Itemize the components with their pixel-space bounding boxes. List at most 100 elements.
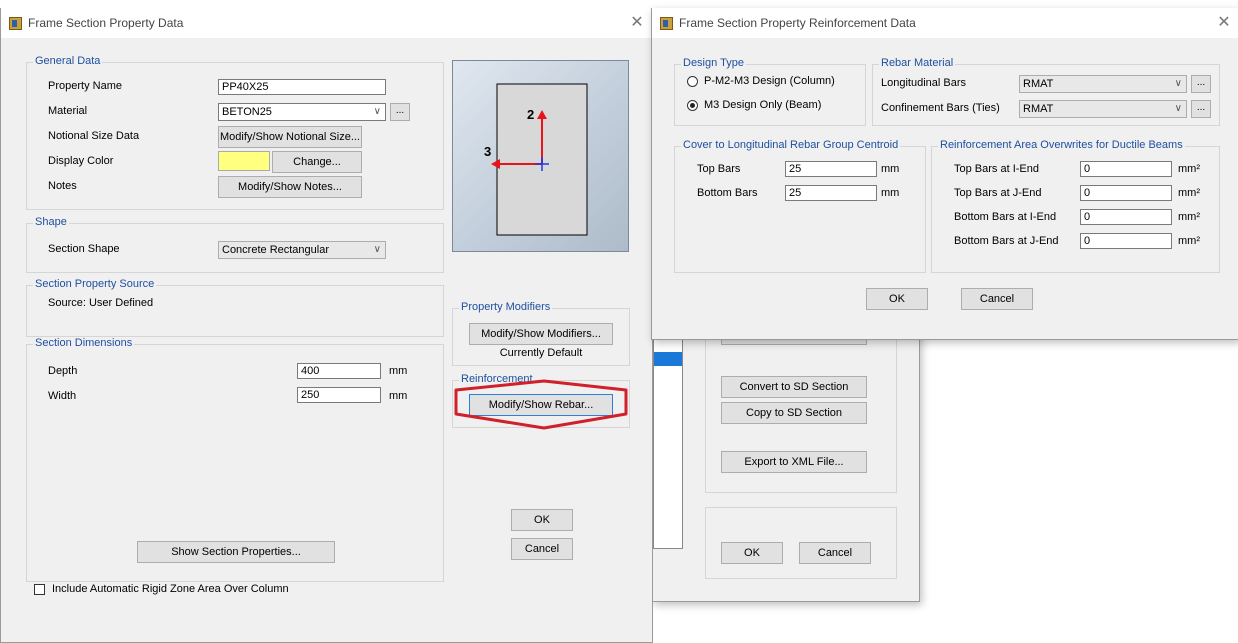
background-dialog: Convert to SD Section Copy to SD Section… [652, 330, 920, 602]
list-selection-highlight [654, 352, 682, 366]
rebar-dialog: Frame Section Property Reinforcement Dat… [651, 8, 1238, 340]
rebar-cancel-button[interactable]: Cancel [961, 288, 1033, 310]
overwrite-label: Top Bars at I-End [954, 163, 1039, 175]
width-label: Width [48, 390, 77, 402]
chevron-down-icon: ∨ [373, 106, 381, 117]
overwrite-unit: mm² [1178, 211, 1200, 223]
design-type-legend: Design Type [681, 57, 746, 69]
chevron-down-icon: ∨ [1174, 78, 1182, 89]
overwrite-label: Top Bars at J-End [954, 187, 1042, 199]
notional-size-button[interactable]: Modify/Show Notional Size... [218, 126, 362, 148]
app-icon [9, 17, 22, 30]
section-dimensions-legend: Section Dimensions [33, 337, 135, 349]
background-ok-button[interactable]: OK [721, 542, 783, 564]
longitudinal-bars-label: Longitudinal Bars [881, 77, 967, 89]
show-section-properties-button[interactable]: Show Section Properties... [137, 541, 335, 563]
confinement-browse-button[interactable]: ... [1191, 100, 1211, 118]
material-label: Material [48, 105, 88, 117]
overwrite-input[interactable]: 0 [1080, 161, 1172, 177]
frame-section-dialog: Frame Section Property Data ✕ General Da… [0, 8, 653, 643]
shape-legend: Shape [33, 216, 69, 228]
close-icon[interactable]: ✕ [627, 13, 647, 33]
area-overwrites-group: Reinforcement Area Overwrites for Ductil… [931, 139, 1220, 273]
general-data-group: General Data Property Name PP40X25 Mater… [26, 55, 444, 210]
frame-dialog-title: Frame Section Property Data [28, 16, 184, 30]
bottom-bars-label: Bottom Bars [697, 187, 758, 199]
longitudinal-bars-select[interactable]: RMAT ∨ [1019, 75, 1187, 93]
confinement-bars-select[interactable]: RMAT ∨ [1019, 100, 1187, 118]
width-input[interactable]: 250 [297, 387, 381, 403]
overwrite-label: Bottom Bars at J-End [954, 235, 1059, 247]
modify-modifiers-button[interactable]: Modify/Show Modifiers... [469, 323, 613, 345]
overwrite-input[interactable]: 0 [1080, 185, 1172, 201]
overwrite-input[interactable]: 0 [1080, 233, 1172, 249]
change-color-button[interactable]: Change... [272, 151, 362, 173]
confinement-bars-value: RMAT [1023, 103, 1054, 115]
general-data-legend: General Data [33, 55, 103, 67]
modifiers-status: Currently Default [499, 347, 583, 359]
frame-dialog-titlebar: Frame Section Property Data ✕ [1, 8, 652, 38]
area-overwrites-legend: Reinforcement Area Overwrites for Ductil… [938, 139, 1185, 151]
rebar-ok-button[interactable]: OK [866, 288, 928, 310]
cover-legend: Cover to Longitudinal Rebar Group Centro… [681, 139, 901, 151]
top-bars-unit: mm [881, 163, 900, 175]
property-name-input[interactable]: PP40X25 [218, 79, 386, 95]
overwrite-unit: mm² [1178, 163, 1200, 175]
property-modifiers-group: Property Modifiers Modify/Show Modifiers… [452, 301, 630, 366]
depth-input[interactable]: 400 [297, 363, 381, 379]
bottom-bars-unit: mm [881, 187, 900, 199]
material-select[interactable]: BETON25 ∨ [218, 103, 386, 121]
app-icon [660, 17, 673, 30]
axis-3-label: 3 [484, 144, 491, 159]
rigid-zone-label: Include Automatic Rigid Zone Area Over C… [52, 583, 289, 595]
width-unit: mm [389, 390, 408, 402]
cover-group: Cover to Longitudinal Rebar Group Centro… [674, 139, 926, 273]
export-xml-button[interactable]: Export to XML File... [721, 451, 867, 473]
confinement-bars-label: Confinement Bars (Ties) [881, 102, 1000, 114]
chevron-down-icon: ∨ [373, 244, 381, 255]
chevron-down-icon: ∨ [1174, 103, 1182, 114]
axis-2-label: 2 [527, 107, 534, 122]
display-color-swatch [218, 151, 270, 171]
material-value: BETON25 [222, 106, 272, 118]
highlight-ring [454, 379, 628, 430]
depth-unit: mm [389, 365, 408, 377]
section-shape-value: Concrete Rectangular [222, 244, 330, 256]
section-source-legend: Section Property Source [33, 278, 157, 290]
convert-sd-button[interactable]: Convert to SD Section [721, 376, 867, 398]
section-shape-label: Section Shape [48, 243, 120, 255]
rebar-material-group: Rebar Material Longitudinal Bars RMAT ∨ … [872, 57, 1220, 126]
frame-cancel-button[interactable]: Cancel [511, 538, 573, 560]
highlight-annotation [454, 379, 628, 430]
list-panel[interactable] [653, 339, 683, 549]
property-modifiers-legend: Property Modifiers [459, 301, 553, 313]
radio-column-design[interactable] [687, 76, 698, 87]
longitudinal-browse-button[interactable]: ... [1191, 75, 1211, 93]
section-drawing: 2 3 [484, 83, 588, 236]
frame-ok-button[interactable]: OK [511, 509, 573, 531]
design-type-group: Design Type P-M2-M3 Design (Column) M3 D… [674, 57, 866, 126]
bottom-bars-cover-input[interactable]: 25 [785, 185, 877, 201]
top-bars-cover-input[interactable]: 25 [785, 161, 877, 177]
background-cancel-button[interactable]: Cancel [799, 542, 871, 564]
overwrite-input[interactable]: 0 [1080, 209, 1172, 225]
rebar-dialog-titlebar: Frame Section Property Reinforcement Dat… [652, 8, 1238, 38]
rebar-material-legend: Rebar Material [879, 57, 956, 69]
section-dimensions-group: Section Dimensions Depth 400 mm Width 25… [26, 337, 444, 582]
section-source-group: Section Property Source Source: User Def… [26, 278, 444, 337]
radio-beam-design[interactable] [687, 100, 698, 111]
radio-column-label: P-M2-M3 Design (Column) [704, 75, 835, 87]
close-icon[interactable]: ✕ [1214, 13, 1234, 33]
notes-button[interactable]: Modify/Show Notes... [218, 176, 362, 198]
top-bars-label: Top Bars [697, 163, 741, 175]
section-source-text: Source: User Defined [48, 297, 154, 309]
radio-beam-label: M3 Design Only (Beam) [704, 99, 822, 111]
material-browse-button[interactable]: ... [390, 103, 410, 121]
rigid-zone-checkbox[interactable] [34, 584, 45, 595]
copy-sd-button[interactable]: Copy to SD Section [721, 402, 867, 424]
depth-label: Depth [48, 365, 78, 377]
overwrite-unit: mm² [1178, 235, 1200, 247]
notes-label: Notes [48, 180, 77, 192]
section-shape-select[interactable]: Concrete Rectangular ∨ [218, 241, 386, 259]
property-name-label: Property Name [48, 80, 122, 92]
